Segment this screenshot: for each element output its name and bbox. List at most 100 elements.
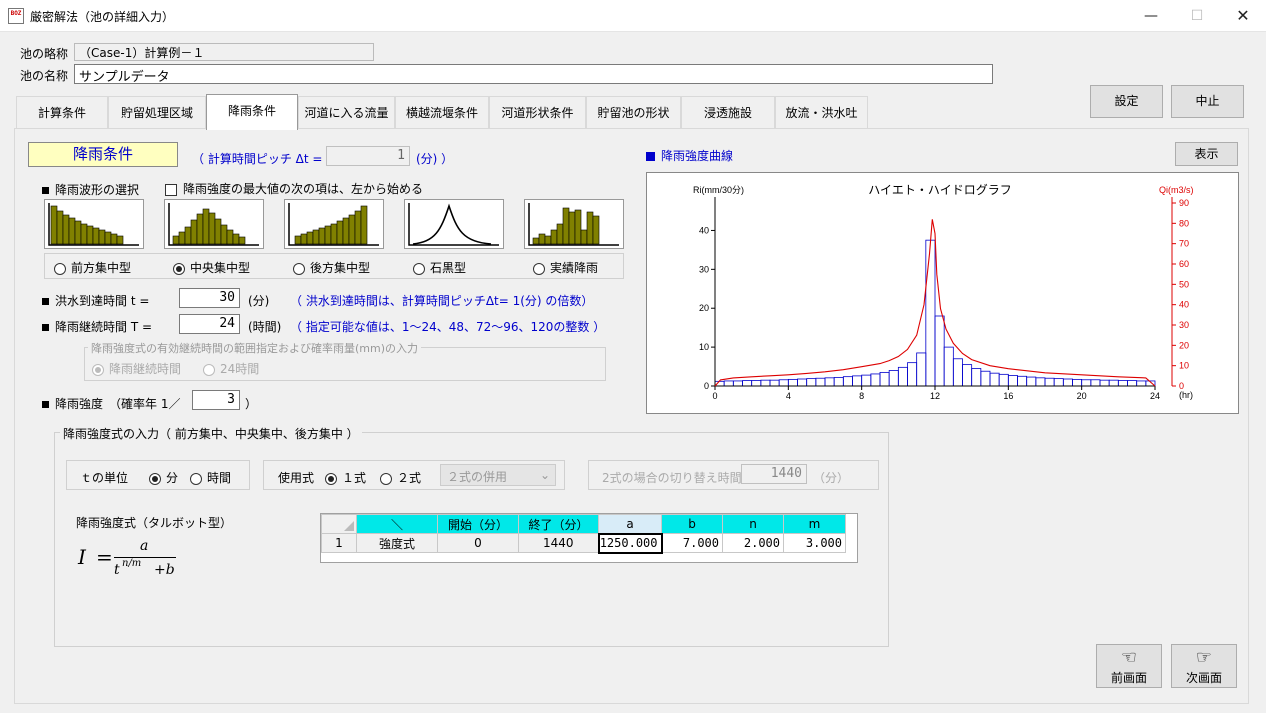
window-title: 厳密解法（池の詳細入力）: [30, 10, 175, 24]
wave-front-thumbnail[interactable]: [44, 199, 144, 249]
intensity-suffix: ）: [245, 397, 258, 411]
radio-tunit-min[interactable]: 分: [149, 469, 178, 486]
wave-center-thumbnail[interactable]: [164, 199, 264, 249]
next-screen-button[interactable]: ☞ 次画面: [1171, 644, 1237, 688]
y2-tick-label: 30: [1179, 320, 1189, 330]
rain-bar: [897, 366, 908, 387]
tab-river-inflow[interactable]: 河道に入る流量: [298, 96, 395, 128]
show-button[interactable]: 表示: [1175, 142, 1238, 166]
checkbox-icon[interactable]: [165, 183, 177, 196]
rain-bar: [787, 378, 798, 387]
table-cell[interactable]: 1440: [518, 533, 599, 553]
wave-actual-thumbnail[interactable]: [524, 199, 624, 249]
radio-icon[interactable]: [533, 262, 545, 275]
front-loaded-wave-icon: [48, 203, 139, 246]
table-cell[interactable]: 2.000: [722, 533, 784, 553]
bars-group: [714, 239, 1156, 387]
tab-rainfall[interactable]: 降雨条件: [206, 94, 298, 130]
arrival-time-input[interactable]: 30: [179, 288, 240, 308]
rain-bar: [870, 373, 881, 387]
hyetograph-chart: Ri(mm/30分) ハイエト・ハイドログラフ Qi(m3/s) (hr) 0 4…: [693, 183, 1194, 401]
rain-bar: [760, 379, 771, 387]
rain-bar: [1026, 376, 1037, 387]
back-loaded-wave-icon: [288, 203, 379, 246]
blue-square-icon: [646, 152, 655, 161]
radio-icon[interactable]: [413, 262, 425, 275]
radio-back[interactable]: 後方集中型: [293, 259, 370, 276]
y-tick-label: 40: [699, 225, 709, 235]
tab-infiltration[interactable]: 浸透施設: [681, 96, 775, 128]
table-cell[interactable]: 3.000: [783, 533, 846, 553]
radio-icon[interactable]: [54, 262, 66, 275]
y2-tick-label: 50: [1179, 279, 1189, 289]
rain-bar: [852, 375, 863, 387]
duration-note: （ 指定可能な値は、1～24、48、72～96、120の整数 ）: [290, 320, 606, 334]
pitch-prefix: （ 計算時間ピッチ Δt =: [192, 152, 323, 166]
table-cell[interactable]: 7.000: [661, 533, 723, 553]
tab-channel-shape[interactable]: 河道形状条件: [489, 96, 586, 128]
radio-disabled-selected-icon[interactable]: [92, 363, 104, 376]
y2-tick-label: 90: [1179, 198, 1189, 208]
tab-side-weir[interactable]: 横越流堰条件: [395, 96, 489, 128]
radio-selected-icon[interactable]: [325, 472, 337, 485]
radio-front[interactable]: 前方集中型: [54, 259, 131, 276]
radio-use-1[interactable]: １式: [325, 469, 366, 486]
radio-center[interactable]: 中央集中型: [173, 259, 250, 276]
formula-grid: ＼ 開始（分） 終了（分） a b n m 1 強度式 0 1440 1250.…: [321, 514, 846, 554]
table-cell-selected[interactable]: 1250.000: [597, 532, 663, 554]
use-2-label: ２式: [397, 471, 422, 485]
radio-icon[interactable]: [190, 472, 202, 485]
settings-button[interactable]: 設定: [1090, 85, 1163, 118]
tab-calc-conditions[interactable]: 計算条件: [16, 96, 108, 128]
close-button[interactable]: ✕: [1220, 0, 1266, 32]
combo-dropdown[interactable]: ２式の併用 ⌄: [440, 464, 556, 486]
left-axis-label: Ri(mm/30分): [693, 185, 744, 195]
pointing-right-icon: ☞: [1195, 647, 1213, 668]
tab-storage-area[interactable]: 貯留処理区域: [108, 96, 206, 128]
pitch-suffix: (分) ）: [416, 152, 454, 166]
next-label: 次画面: [1185, 671, 1222, 685]
radio-use-2[interactable]: ２式: [380, 469, 421, 486]
tab-pond-shape[interactable]: 貯留池の形状: [586, 96, 681, 128]
rain-bar: [833, 377, 844, 387]
tab-outlet-spillway[interactable]: 放流・洪水吐: [775, 96, 868, 128]
switch-label: 2式の場合の切り替え時間: [602, 471, 742, 485]
talbot-label: 降雨強度式（タルボット型）: [76, 516, 233, 530]
checkbox-label: 降雨強度の最大値の次の項は、左から始める: [183, 182, 424, 196]
name-label: 池の名称: [20, 69, 69, 83]
wave-ishiguro-thumbnail[interactable]: [404, 199, 504, 249]
radio-range-24h[interactable]: 24時間: [203, 360, 259, 377]
formula-group-title: 降雨強度式の入力（ 前方集中、中央集中、後方集中 ）: [60, 425, 362, 442]
eq-equals: =: [96, 545, 113, 569]
radio-icon[interactable]: [293, 262, 305, 275]
arrival-label-text: 洪水到達時間 t =: [55, 294, 150, 308]
radio-selected-icon[interactable]: [173, 262, 185, 275]
rain-bar: [861, 374, 872, 387]
duration-input[interactable]: 24: [179, 314, 240, 334]
x-tick-label: 20: [1077, 391, 1087, 401]
prev-screen-button[interactable]: ☜ 前画面: [1096, 644, 1162, 688]
table-cell[interactable]: 強度式: [356, 533, 438, 553]
start-left-checkbox[interactable]: 降雨強度の最大値の次の項は、左から始める: [165, 180, 423, 197]
duration-label-text: 降雨継続時間 T =: [55, 320, 153, 334]
radio-icon[interactable]: [380, 472, 392, 485]
maximize-button[interactable]: ☐: [1174, 0, 1220, 32]
duration-label: 降雨継続時間 T =: [42, 318, 152, 335]
radio-range-duration[interactable]: 降雨継続時間: [92, 360, 181, 377]
radio-actual[interactable]: 実績降雨: [533, 259, 598, 276]
cancel-button[interactable]: 中止: [1171, 85, 1244, 118]
name-input[interactable]: サンプルデータ: [74, 64, 993, 84]
intensity-label-text: 降雨強度 （確率年 1／: [55, 397, 181, 411]
title-bar: BOZ 厳密解法（池の詳細入力） — ☐ ✕: [0, 0, 1266, 32]
wave-back-thumbnail[interactable]: [284, 199, 384, 249]
radio-selected-icon[interactable]: [149, 472, 161, 485]
radio-disabled-icon[interactable]: [203, 363, 215, 376]
return-period-input[interactable]: 3: [192, 390, 240, 410]
rain-bar: [1053, 378, 1064, 387]
table-cell[interactable]: 0: [437, 533, 519, 553]
minimize-button[interactable]: —: [1128, 0, 1174, 32]
radio-ishiguro[interactable]: 石黒型: [413, 259, 466, 276]
waveform-label-text: 降雨波形の選択: [55, 183, 140, 197]
radio-tunit-hour[interactable]: 時間: [190, 469, 231, 486]
radio-back-label: 後方集中型: [310, 261, 371, 275]
